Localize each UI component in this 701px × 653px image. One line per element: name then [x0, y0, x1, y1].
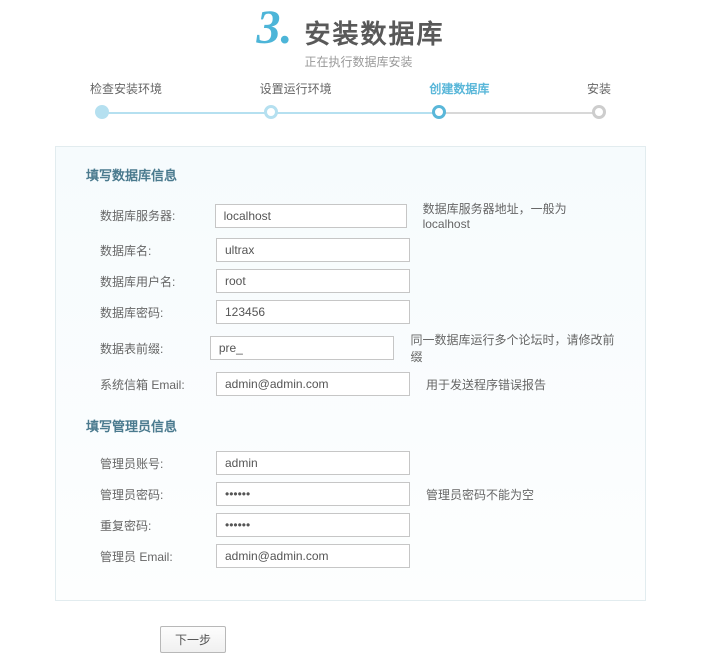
label-admin-email: 管理员 Email: [100, 548, 216, 565]
progress-dot-1 [95, 105, 109, 119]
label-db-name: 数据库名: [100, 242, 216, 259]
section-title-admin: 填写管理员信息 [86, 416, 615, 435]
row-db-name: 数据库名: [86, 238, 615, 262]
progress-dot-2 [264, 105, 278, 119]
row-db-server: 数据库服务器: 数据库服务器地址，一般为 localhost [86, 200, 615, 231]
label-db-pass: 数据库密码: [100, 304, 216, 321]
input-db-user[interactable] [216, 269, 410, 293]
hint-db-server: 数据库服务器地址，一般为 localhost [423, 200, 615, 231]
label-admin-account: 管理员账号: [100, 455, 216, 472]
row-db-prefix: 数据表前缀: 同一数据库运行多个论坛时，请修改前缀 [86, 331, 615, 365]
submit-row: 下一步 [0, 626, 701, 653]
progress-dot-3 [432, 105, 446, 119]
row-admin-pass: 管理员密码: 管理员密码不能为空 [86, 482, 615, 506]
form-panel: 填写数据库信息 数据库服务器: 数据库服务器地址，一般为 localhost 数… [55, 146, 646, 601]
step-label-db: 创建数据库 [429, 80, 489, 97]
progress-dot-4 [592, 105, 606, 119]
input-admin-pass[interactable] [216, 482, 410, 506]
input-db-server[interactable] [215, 204, 407, 228]
page-header: 3. 安装数据库 正在执行数据库安装 [0, 0, 701, 70]
hint-db-prefix: 同一数据库运行多个论坛时，请修改前缀 [410, 331, 615, 365]
row-db-user: 数据库用户名: [86, 269, 615, 293]
next-button[interactable]: 下一步 [160, 626, 226, 653]
row-admin-account: 管理员账号: [86, 451, 615, 475]
page-subtitle: 正在执行数据库安装 [304, 53, 444, 70]
input-admin-account[interactable] [216, 451, 410, 475]
label-db-prefix: 数据表前缀: [100, 340, 210, 357]
row-db-pass: 数据库密码: [86, 300, 615, 324]
input-admin-email[interactable] [216, 544, 410, 568]
row-admin-email: 管理员 Email: [86, 544, 615, 568]
row-db-email: 系统信箱 Email: 用于发送程序错误报告 [86, 372, 615, 396]
step-label-env: 设置运行环境 [260, 80, 332, 97]
step-label-install: 安装 [587, 80, 611, 97]
input-db-name[interactable] [216, 238, 410, 262]
page-title: 安装数据库 [304, 14, 444, 51]
input-db-email[interactable] [216, 372, 410, 396]
label-db-user: 数据库用户名: [100, 273, 216, 290]
step-label-check: 检查安装环境 [90, 80, 162, 97]
input-admin-pass2[interactable] [216, 513, 410, 537]
label-admin-pass2: 重复密码: [100, 517, 216, 534]
progress-track [95, 105, 606, 121]
label-db-server: 数据库服务器: [100, 207, 215, 224]
label-admin-pass: 管理员密码: [100, 486, 216, 503]
section-title-db: 填写数据库信息 [86, 165, 615, 184]
input-db-pass[interactable] [216, 300, 410, 324]
step-labels: 检查安装环境 设置运行环境 创建数据库 安装 [0, 80, 701, 97]
step-number: 3. [256, 0, 292, 55]
label-db-email: 系统信箱 Email: [100, 376, 216, 393]
hint-db-email: 用于发送程序错误报告 [426, 376, 546, 393]
hint-admin-pass: 管理员密码不能为空 [426, 486, 534, 503]
row-admin-pass2: 重复密码: [86, 513, 615, 537]
input-db-prefix[interactable] [210, 336, 395, 360]
